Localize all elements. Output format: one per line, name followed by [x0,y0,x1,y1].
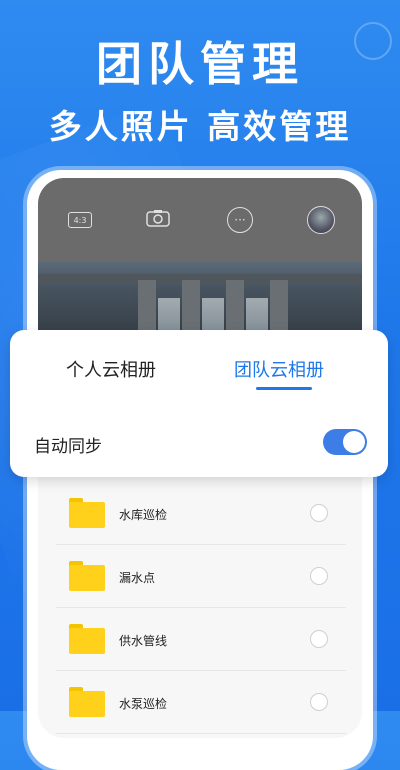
aspect-ratio-icon[interactable]: 4:3 [68,212,92,228]
select-radio[interactable] [310,630,328,648]
list-item[interactable]: 水库巡检 [56,482,346,545]
promo-headline: 团队管理 [96,37,304,91]
album-settings-card: 个人云相册 团队云相册 自动同步 [10,330,388,477]
avatar[interactable] [307,206,335,234]
folder-name: 供水管线 [119,634,168,648]
list-item[interactable]: 供水管线 [56,608,346,671]
select-radio[interactable] [310,693,328,711]
list-item[interactable]: 漏水点 [56,545,346,608]
folder-icon [69,561,105,591]
preview-overlay [38,262,362,332]
folder-list: 水库巡检 漏水点 供水管线 水泵巡检 [56,482,346,734]
folder-name: 水库巡检 [119,508,168,522]
select-radio[interactable] [310,504,328,522]
toggle-knob [343,431,365,453]
folder-name: 水泵巡检 [119,697,168,711]
camera-flip-icon[interactable] [146,209,170,227]
active-tab-indicator [256,387,312,390]
list-item[interactable]: 水泵巡检 [56,671,346,734]
select-radio[interactable] [310,567,328,585]
tab-team-album[interactable]: 团队云相册 [234,356,324,382]
auto-sync-toggle[interactable] [323,429,367,455]
promo-subheadline: 多人照片 高效管理 [48,107,352,146]
camera-toolbar: 4:3 ··· [38,178,362,262]
more-icon[interactable]: ··· [227,207,253,233]
folder-icon [69,687,105,717]
folder-icon [69,498,105,528]
tab-personal-album[interactable]: 个人云相册 [66,356,156,382]
aspect-ratio-label: 4:3 [73,215,87,225]
auto-sync-label: 自动同步 [34,437,102,457]
folder-icon [69,624,105,654]
folder-name: 漏水点 [119,571,156,585]
